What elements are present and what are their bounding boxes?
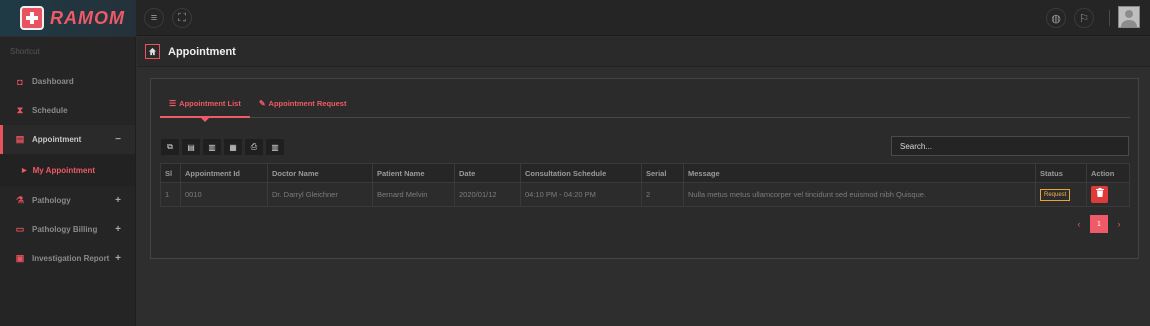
flask-icon: ⚗: [15, 195, 25, 205]
column-header[interactable]: Action: [1086, 163, 1130, 183]
column-header[interactable]: Doctor Name: [267, 163, 373, 183]
tab-label: Appointment Request: [268, 99, 347, 108]
sidebar-item-label: Pathology Billing: [32, 225, 98, 234]
logo-icon: [20, 6, 44, 30]
fullscreen-icon[interactable]: ⛶: [172, 8, 192, 28]
cell-date: 2020/01/12: [454, 182, 521, 207]
content-panel: ☰ Appointment List ✎ Appointment Request…: [150, 78, 1139, 259]
expand-icon[interactable]: +: [115, 195, 121, 206]
pdf-button[interactable]: ▦: [224, 139, 242, 155]
sidebar-item-label: Investigation Report: [32, 254, 110, 263]
app-name: RAMOM: [50, 7, 125, 28]
page-1-button[interactable]: 1: [1090, 215, 1108, 233]
status-badge: Request: [1040, 188, 1071, 201]
delete-button[interactable]: [1091, 186, 1108, 203]
sidebar-subitem-label: My Appointment: [32, 165, 95, 175]
caret-right-icon: ▶: [22, 167, 27, 174]
cell-patient-name: Bernard Melvin: [372, 182, 455, 207]
menu-toggle-icon[interactable]: ≡: [144, 8, 164, 28]
hourglass-icon: ⧗: [16, 105, 24, 115]
cell-doctor-name: Dr. Darryl Gleichner: [267, 182, 373, 207]
sidebar-item-label: Appointment: [32, 135, 82, 144]
top-navbar: RAMOM ≡ ⛶ ◍ ⚐: [0, 0, 1150, 36]
sidebar-item-dashboard[interactable]: ◘ Dashboard: [0, 67, 135, 96]
column-header[interactable]: Appointment Id: [180, 163, 268, 183]
tab-bar: ☰ Appointment List ✎ Appointment Request: [160, 90, 1130, 122]
sidebar-item-label: Pathology: [32, 196, 71, 205]
sidebar-shortcut-label: Shortcut: [10, 47, 40, 56]
clipboard-icon: ▣: [15, 253, 25, 263]
csv-button[interactable]: ▥: [203, 139, 221, 155]
column-visibility-button[interactable]: ▥: [266, 139, 284, 155]
credit-card-icon: ▭: [15, 224, 25, 234]
excel-button[interactable]: ▤: [182, 139, 200, 155]
pagination: ‹ 1 ›: [1070, 215, 1128, 233]
cell-status: Request: [1035, 182, 1087, 207]
search-input[interactable]: [891, 136, 1129, 156]
cell-action: [1086, 182, 1130, 207]
cell-sl: 1: [160, 182, 181, 207]
home-icon[interactable]: [145, 44, 160, 59]
page-header: Appointment: [137, 37, 1150, 67]
tab-appointment-list[interactable]: ☰ Appointment List: [160, 90, 250, 122]
globe-icon[interactable]: ◍: [1046, 8, 1066, 28]
brand[interactable]: RAMOM: [0, 0, 136, 36]
sidebar-item-appointment[interactable]: ▤ Appointment −: [0, 125, 135, 154]
cell-schedule: 04:10 PM - 04:20 PM: [520, 182, 642, 207]
sidebar-item-investigation-report[interactable]: ▣ Investigation Report +: [0, 244, 135, 273]
sidebar-item-pathology-billing[interactable]: ▭ Pathology Billing +: [0, 215, 135, 244]
flag-icon[interactable]: ⚐: [1074, 8, 1094, 28]
prev-page-button[interactable]: ‹: [1070, 215, 1088, 233]
page-title: Appointment: [168, 45, 236, 58]
column-header[interactable]: Serial: [641, 163, 684, 183]
print-button[interactable]: ⎙: [245, 139, 263, 155]
collapse-icon[interactable]: −: [115, 134, 121, 145]
cell-appointment-id: 0010: [180, 182, 268, 207]
column-header[interactable]: Consultation Schedule: [520, 163, 642, 183]
cell-message: Nulla metus metus ullamcorper vel tincid…: [683, 182, 1036, 207]
sidebar-item-pathology[interactable]: ⚗ Pathology +: [0, 186, 135, 215]
copy-button[interactable]: ⧉: [161, 139, 179, 155]
expand-icon[interactable]: +: [115, 253, 121, 264]
sidebar-item-schedule[interactable]: ⧗ Schedule: [0, 96, 135, 125]
sidebar: Shortcut ◘ Dashboard ⧗ Schedule ▤ Appoin…: [0, 37, 136, 326]
cell-serial: 2: [641, 182, 684, 207]
column-header[interactable]: Message: [683, 163, 1036, 183]
table-row: 1 0010 Dr. Darryl Gleichner Bernard Melv…: [160, 182, 1130, 207]
divider: [1109, 10, 1110, 26]
calendar-icon: ▤: [15, 134, 25, 144]
export-button-group: ⧉ ▤ ▥ ▦ ⎙ ▥: [161, 139, 284, 155]
list-icon: ☰: [169, 99, 177, 108]
column-header[interactable]: Status: [1035, 163, 1087, 183]
avatar[interactable]: [1118, 6, 1140, 28]
tab-appointment-request[interactable]: ✎ Appointment Request: [250, 90, 356, 117]
dashboard-icon: ◘: [17, 76, 23, 87]
expand-icon[interactable]: +: [115, 224, 121, 235]
column-header[interactable]: Date: [454, 163, 521, 183]
column-header[interactable]: Patient Name: [372, 163, 455, 183]
table-header-row: Sl Appointment Id Doctor Name Patient Na…: [160, 163, 1130, 183]
next-page-button[interactable]: ›: [1110, 215, 1128, 233]
sidebar-subitem-my-appointment[interactable]: ▶ My Appointment: [0, 154, 135, 186]
tab-label: Appointment List: [179, 99, 241, 108]
sidebar-item-label: Dashboard: [32, 77, 74, 86]
sidebar-item-label: Schedule: [32, 106, 68, 115]
appointment-table: Sl Appointment Id Doctor Name Patient Na…: [160, 163, 1130, 207]
column-header[interactable]: Sl: [160, 163, 181, 183]
edit-icon: ✎: [258, 99, 266, 108]
